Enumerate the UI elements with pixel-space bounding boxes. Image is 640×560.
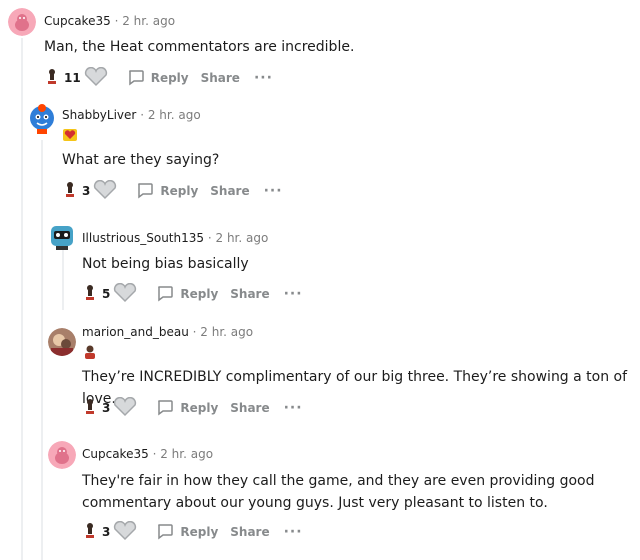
- upvote-icon[interactable]: [44, 68, 60, 89]
- downvote-heart-icon[interactable]: [112, 520, 138, 544]
- separator: ·: [140, 108, 145, 122]
- reply-button[interactable]: Reply: [156, 284, 218, 305]
- share-button[interactable]: Share: [230, 287, 269, 301]
- reply-label: Reply: [160, 184, 199, 198]
- timestamp[interactable]: 2 hr. ago: [200, 325, 253, 339]
- share-button[interactable]: Share: [230, 401, 269, 415]
- reply-button[interactable]: Reply: [156, 398, 218, 419]
- separator: ·: [192, 325, 197, 339]
- upvote-icon[interactable]: [82, 522, 98, 543]
- comment-actions: 5 Reply Share ···: [82, 282, 303, 306]
- upvote-icon[interactable]: [62, 181, 78, 202]
- vote-count: 3: [102, 401, 111, 415]
- comment-header: marion_and_beau · 2 hr. ago: [82, 325, 253, 339]
- reply-button[interactable]: Reply: [156, 522, 218, 543]
- username[interactable]: Cupcake35: [44, 14, 111, 28]
- comment-bubble-icon: [136, 181, 160, 202]
- separator: ·: [207, 231, 212, 245]
- comment-bubble-icon: [156, 522, 180, 543]
- downvote-heart-icon[interactable]: [112, 282, 138, 306]
- username[interactable]: Illustrious_South135: [82, 231, 204, 245]
- share-label: Share: [200, 71, 240, 85]
- upvote-icon[interactable]: [82, 284, 98, 305]
- reply-label: Reply: [180, 287, 219, 301]
- reply-label: Reply: [180, 401, 219, 415]
- share-label: Share: [230, 401, 270, 415]
- comment-header: ShabbyLiver · 2 hr. ago: [62, 108, 201, 122]
- separator: ·: [114, 14, 119, 28]
- flair-player-icon: [82, 344, 98, 360]
- downvote-heart-icon[interactable]: [92, 179, 118, 203]
- timestamp[interactable]: 2 hr. ago: [122, 14, 175, 28]
- upvote-icon[interactable]: [82, 398, 98, 419]
- more-options-icon[interactable]: ···: [284, 287, 303, 301]
- comment-header: Illustrious_South135 · 2 hr. ago: [82, 231, 268, 245]
- vote-count: 3: [102, 525, 111, 539]
- separator: ·: [152, 447, 157, 461]
- thread-line-1[interactable]: [21, 38, 23, 560]
- comment-text: They're fair in how they call the game, …: [82, 473, 595, 511]
- avatar[interactable]: [28, 102, 56, 138]
- more-options-icon[interactable]: ···: [284, 525, 303, 539]
- more-options-icon[interactable]: ···: [284, 401, 303, 415]
- more-options-icon[interactable]: ···: [254, 71, 273, 85]
- comment-text: Not being bias basically: [82, 256, 249, 272]
- reply-label: Reply: [150, 71, 189, 85]
- comment-actions: 11 Reply Share ···: [44, 66, 273, 90]
- downvote-heart-icon[interactable]: [112, 396, 138, 420]
- vote-count: 11: [64, 71, 81, 85]
- thread-line-3[interactable]: [62, 250, 64, 310]
- flair-heart-icon: [62, 127, 78, 143]
- share-button[interactable]: Share: [230, 525, 269, 539]
- timestamp[interactable]: 2 hr. ago: [148, 108, 201, 122]
- thread-line-2[interactable]: [41, 140, 43, 560]
- comment-bubble-icon: [127, 68, 151, 89]
- comment-bubble-icon: [156, 398, 180, 419]
- reply-label: Reply: [180, 525, 219, 539]
- comment-header: Cupcake35 · 2 hr. ago: [82, 447, 213, 461]
- avatar[interactable]: [48, 222, 76, 252]
- timestamp[interactable]: 2 hr. ago: [160, 447, 213, 461]
- reply-button[interactable]: Reply: [136, 181, 198, 202]
- downvote-heart-icon[interactable]: [83, 66, 109, 90]
- username[interactable]: ShabbyLiver: [62, 108, 136, 122]
- vote-count: 5: [102, 287, 111, 301]
- username[interactable]: marion_and_beau: [82, 325, 189, 339]
- share-button[interactable]: Share: [210, 184, 249, 198]
- comment-bubble-icon: [156, 284, 180, 305]
- share-button[interactable]: Share: [201, 71, 240, 85]
- comment-header: Cupcake35 · 2 hr. ago: [44, 14, 175, 28]
- more-options-icon[interactable]: ···: [264, 184, 283, 198]
- comment-actions: 3 Reply Share ···: [82, 520, 303, 544]
- username[interactable]: Cupcake35: [82, 447, 149, 461]
- comment-actions: 3 Reply Share ···: [82, 396, 303, 420]
- reply-button[interactable]: Reply: [127, 68, 189, 89]
- comment-text: What are they saying?: [62, 152, 220, 168]
- timestamp[interactable]: 2 hr. ago: [216, 231, 269, 245]
- avatar[interactable]: [48, 328, 76, 356]
- share-label: Share: [210, 184, 250, 198]
- comment-actions: 3 Reply Share ···: [62, 179, 283, 203]
- avatar[interactable]: [8, 8, 36, 36]
- vote-count: 3: [82, 184, 91, 198]
- share-label: Share: [230, 525, 270, 539]
- comment-text: Man, the Heat commentators are incredibl…: [44, 39, 355, 55]
- avatar[interactable]: [48, 441, 76, 469]
- share-label: Share: [230, 287, 270, 301]
